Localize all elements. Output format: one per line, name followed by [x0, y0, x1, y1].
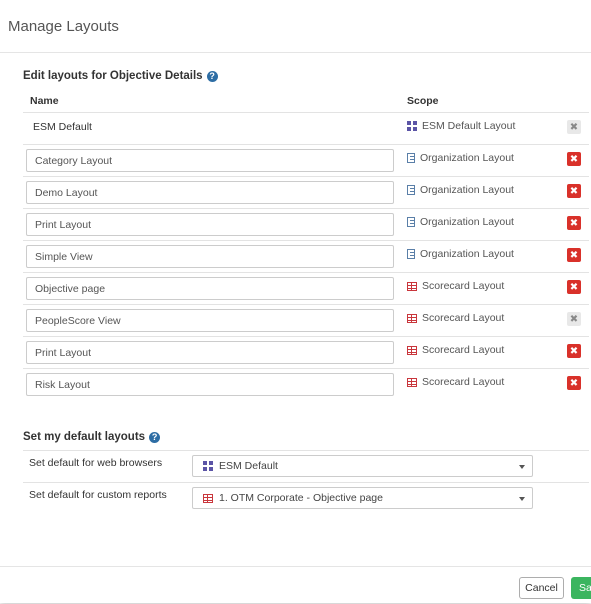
layout-row: Scorecard Layout ✖ [23, 304, 589, 337]
layout-scope: Scorecard Layout [407, 280, 504, 292]
layout-row: Organization Layout ✖ [23, 208, 589, 241]
save-button[interactable]: Save [571, 577, 591, 599]
delete-layout-button[interactable]: ✖ [567, 152, 581, 166]
organization-icon [407, 249, 415, 259]
delete-layout-button[interactable]: ✖ [567, 376, 581, 390]
layout-row: Scorecard Layout ✖ [23, 368, 589, 401]
scope-column-header: Scope [407, 95, 439, 107]
layout-name-input[interactable] [26, 277, 394, 300]
scorecard-icon [407, 313, 417, 323]
layout-row: Scorecard Layout ✖ [23, 272, 589, 305]
layout-name-input[interactable] [26, 245, 394, 268]
name-column-header: Name [30, 95, 59, 107]
dialog-title: Manage Layouts [8, 17, 119, 35]
delete-layout-button: ✖ [567, 312, 581, 326]
help-icon[interactable]: ? [149, 431, 161, 443]
delete-layout-button[interactable]: ✖ [567, 216, 581, 230]
chevron-down-icon [519, 465, 525, 469]
delete-layout-button[interactable]: ✖ [567, 248, 581, 262]
delete-layout-button[interactable]: ✖ [567, 280, 581, 294]
default-layouts-heading: Set my default layouts ? [23, 431, 161, 443]
layout-name: ESM Default [33, 121, 92, 133]
layout-name-input[interactable] [26, 213, 394, 236]
default-web-browsers-select[interactable]: ESM Default [192, 455, 533, 477]
delete-layout-button[interactable]: ✖ [567, 344, 581, 358]
layout-name-input[interactable] [26, 373, 394, 396]
layout-scope: Organization Layout [407, 216, 514, 228]
delete-layout-button: ✖ [567, 120, 581, 134]
layout-row: Organization Layout ✖ [23, 176, 589, 209]
help-icon[interactable]: ? [206, 70, 218, 82]
layout-name-input[interactable] [26, 181, 394, 204]
organization-icon [407, 185, 415, 195]
scorecard-icon [203, 493, 213, 503]
grid-icon [407, 121, 417, 131]
layout-row: ESM Default ESM Default Layout ✖ [23, 112, 589, 145]
cancel-button[interactable]: Cancel [519, 577, 564, 599]
organization-icon [407, 217, 415, 227]
layout-row: Organization Layout ✖ [23, 144, 589, 177]
layout-scope: Scorecard Layout [407, 344, 504, 356]
default-custom-reports-select[interactable]: 1. OTM Corporate - Objective page [192, 487, 533, 509]
chevron-down-icon [519, 497, 525, 501]
layout-scope: Organization Layout [407, 248, 514, 260]
layout-scope: Organization Layout [407, 152, 514, 164]
scorecard-icon [407, 281, 417, 291]
layout-row: Organization Layout ✖ [23, 240, 589, 273]
default-custom-reports-row: Set default for custom reports 1. OTM Co… [23, 482, 589, 515]
default-web-browsers-row: Set default for web browsers ESM Default [23, 450, 589, 483]
default-web-browsers-label: Set default for web browsers [29, 457, 163, 469]
scorecard-icon [407, 345, 417, 355]
edit-layouts-heading: Edit layouts for Objective Details ? [23, 70, 218, 82]
layout-name-input[interactable] [26, 309, 394, 332]
dialog-header: Manage Layouts [0, 0, 591, 53]
layout-scope: Organization Layout [407, 184, 514, 196]
delete-layout-button[interactable]: ✖ [567, 184, 581, 198]
layout-name-input[interactable] [26, 149, 394, 172]
organization-icon [407, 153, 415, 163]
scorecard-icon [407, 377, 417, 387]
layout-scope: Scorecard Layout [407, 376, 504, 388]
layout-name-input[interactable] [26, 341, 394, 364]
dialog-footer: Cancel Save [0, 566, 591, 604]
grid-icon [203, 461, 213, 471]
layout-row: Scorecard Layout ✖ [23, 336, 589, 369]
manage-layouts-dialog: Manage Layouts Edit layouts for Objectiv… [0, 0, 591, 603]
layout-scope: ESM Default Layout [407, 120, 515, 132]
layout-scope: Scorecard Layout [407, 312, 504, 324]
default-custom-reports-label: Set default for custom reports [29, 489, 167, 501]
